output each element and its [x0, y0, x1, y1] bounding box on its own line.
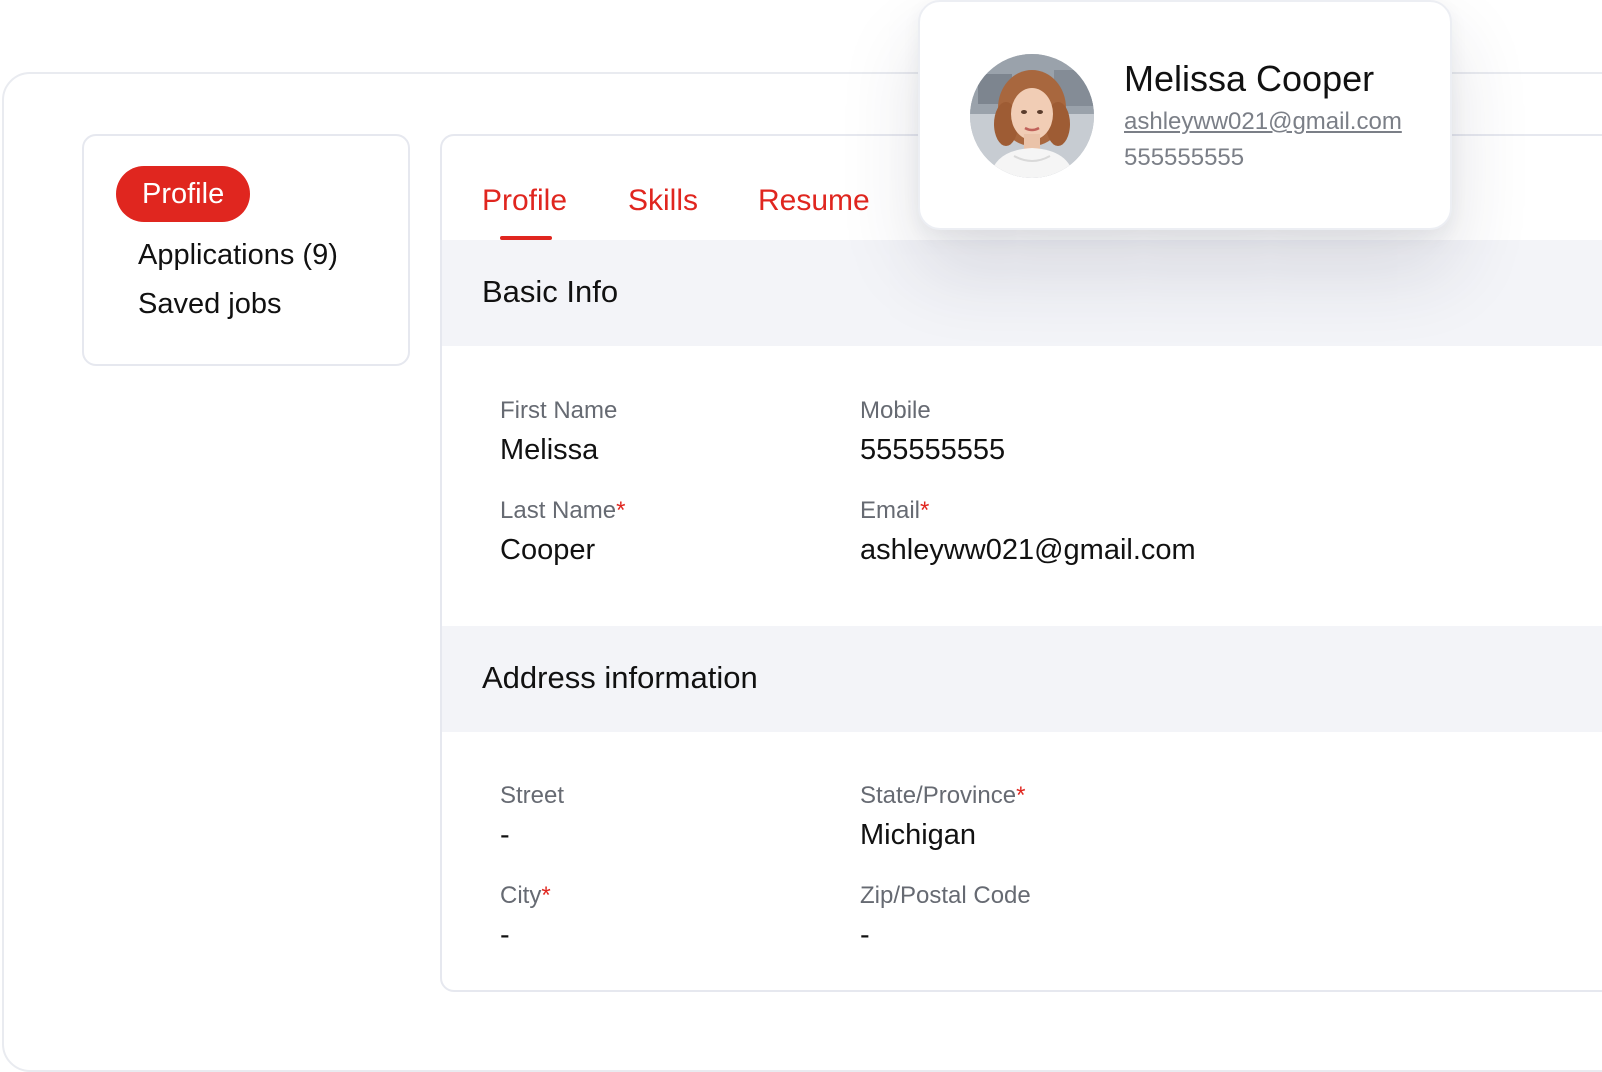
first-name-value: Melissa — [500, 434, 599, 466]
avatar-portrait-image — [970, 54, 1094, 178]
mobile-field: Mobile 555555555 — [860, 396, 1005, 468]
street-field: Street - — [500, 781, 564, 853]
zip-field: Zip/Postal Code - — [860, 881, 1031, 953]
state-value: Michigan — [860, 819, 977, 851]
street-label: Street — [500, 782, 565, 809]
tab-skills[interactable]: Skills — [628, 184, 698, 218]
profile-summary-card: Melissa Cooper ashleyww021@gmail.com 555… — [918, 0, 1452, 230]
state-field: State/Province* Michigan — [860, 781, 1025, 853]
mobile-label: Mobile — [860, 397, 931, 424]
address-info-header: Address information — [442, 626, 1602, 732]
email-field: Email* ashleyww021@gmail.com — [860, 496, 1196, 568]
city-label-row: City* — [500, 881, 551, 911]
required-marker: * — [616, 497, 626, 524]
zip-label: Zip/Postal Code — [860, 882, 1031, 909]
last-name-label: Last Name — [500, 497, 617, 524]
sidebar-item-profile[interactable]: Profile — [116, 166, 251, 222]
tab-resume[interactable]: Resume — [758, 184, 870, 218]
first-name-field: First Name Melissa — [500, 396, 617, 468]
tab-profile[interactable]: Profile — [482, 184, 567, 218]
profile-card-phone: 555555555 — [1124, 144, 1245, 171]
avatar — [970, 54, 1094, 178]
required-marker: * — [1016, 782, 1026, 809]
required-marker: * — [541, 882, 551, 909]
street-value: - — [500, 819, 510, 851]
state-label: State/Province — [860, 782, 1017, 809]
last-name-value: Cooper — [500, 534, 596, 566]
required-marker: * — [920, 497, 930, 524]
sidebar-item-saved-jobs[interactable]: Saved jobs — [138, 288, 282, 321]
mobile-value: 555555555 — [860, 434, 1006, 466]
city-value: - — [500, 919, 510, 951]
email-value: ashleyww021@gmail.com — [860, 534, 1196, 566]
profile-card-email-link[interactable]: ashleyww021@gmail.com — [1124, 108, 1402, 136]
sidebar-item-applications[interactable]: Applications (9) — [138, 239, 338, 272]
city-field: City* - — [500, 881, 551, 953]
email-label-row: Email* — [860, 496, 1196, 526]
first-name-label: First Name — [500, 397, 618, 424]
last-name-field: Last Name* Cooper — [500, 496, 625, 568]
basic-info-header: Basic Info — [442, 240, 1602, 346]
address-info-title: Address information — [482, 660, 758, 695]
sidebar-nav: Profile Applications (9) Saved jobs — [82, 134, 410, 366]
profile-content-panel: Profile Skills Resume Basic Info First N… — [440, 134, 1602, 992]
last-name-label-row: Last Name* — [500, 496, 625, 526]
basic-info-title: Basic Info — [482, 274, 619, 309]
profile-card-name: Melissa Cooper — [1124, 58, 1375, 99]
zip-value: - — [860, 919, 870, 951]
city-label: City — [500, 882, 542, 909]
email-label: Email — [860, 497, 921, 524]
state-label-row: State/Province* — [860, 781, 1025, 811]
